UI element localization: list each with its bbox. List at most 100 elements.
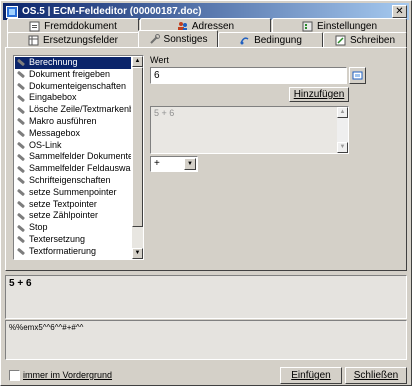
list-item-label: Textformatierung <box>29 245 97 256</box>
list-item-label: Messagebox <box>29 127 81 138</box>
memo-scroll-up[interactable]: ▲ <box>337 107 348 118</box>
tab-sonstiges[interactable]: Sonstiges <box>138 30 218 47</box>
list-item[interactable]: Makro ausführen <box>15 116 131 128</box>
list-item[interactable]: Stop <box>15 222 131 234</box>
list-item-label: Stop <box>29 222 48 233</box>
code-preview[interactable]: %%emx5^^6^^#+#^^ <box>5 320 407 360</box>
scroll-up-button[interactable]: ▲ <box>132 56 143 67</box>
always-on-top-checkbox[interactable] <box>9 370 20 381</box>
list-item-label: setze Zählpointer <box>29 210 99 221</box>
list-item-label: Sammelfelder Dokumententyp <box>29 151 131 162</box>
function-icon <box>17 154 26 161</box>
close-dialog-button[interactable]: Schließen <box>345 367 407 384</box>
function-icon <box>17 130 26 137</box>
tab-label: Fremddokument <box>44 20 117 32</box>
list-item[interactable]: Textersetzung <box>15 234 131 246</box>
memo-text: 5 + 6 <box>154 108 175 118</box>
tab-fremddokument[interactable]: Fremddokument <box>7 18 139 33</box>
function-icon <box>17 95 26 102</box>
value-picker-button[interactable] <box>349 67 366 84</box>
app-icon <box>6 5 18 18</box>
list-item-label: setze Textpointer <box>29 198 97 209</box>
list-item-label: Textmarke ändern <box>29 258 101 259</box>
function-list[interactable]: Berechnung Dokument freigeben Dokumenteige… <box>13 55 144 260</box>
operator-select[interactable]: + ▼ <box>150 156 198 172</box>
result-preview: 5 + 6 <box>5 275 407 319</box>
list-item[interactable]: OS-Link <box>15 140 131 152</box>
code-text: %%emx5^^6^^#+#^^ <box>9 323 84 332</box>
table-icon <box>28 35 39 46</box>
tab-einstellungen[interactable]: Einstellungen <box>272 18 407 33</box>
list-scrollbar[interactable]: ▲ ▼ <box>132 56 143 259</box>
function-icon <box>17 107 26 114</box>
list-item[interactable]: Dokument freigeben <box>15 69 131 81</box>
operator-value: + <box>154 158 160 169</box>
list-item[interactable]: Sammelfelder Dokumententyp <box>15 151 131 163</box>
function-icon <box>17 225 26 232</box>
list-item[interactable]: setze Textpointer <box>15 199 131 211</box>
function-icon <box>17 83 26 90</box>
list-item-label: Dokumenteigenschaften <box>29 80 127 91</box>
scroll-thumb[interactable] <box>132 67 143 227</box>
function-icon <box>17 213 26 220</box>
list-item[interactable]: Eingabebox <box>15 92 131 104</box>
function-icon <box>17 118 26 125</box>
list-item[interactable]: Schrifteigenschaften <box>15 175 131 187</box>
tab-bedingung[interactable]: Bedingung <box>218 32 323 47</box>
list-item[interactable]: Textmarke ändern <box>15 258 131 259</box>
tab-ersetzungsfelder[interactable]: Ersetzungsfelder <box>7 32 139 47</box>
list-item-label: Eingabebox <box>29 92 77 103</box>
scroll-down-button[interactable]: ▼ <box>132 248 143 259</box>
list-item[interactable]: setze Zählpointer <box>15 210 131 222</box>
function-icon <box>17 142 26 149</box>
settings-icon <box>302 21 313 32</box>
document-icon <box>29 21 40 32</box>
tab-label: Schreiben <box>349 34 396 46</box>
wert-label: Wert <box>150 55 169 65</box>
window-title: OS.5 | ECM-Feldeditor (00000187.doc) <box>22 6 202 17</box>
list-item[interactable]: Lösche Zeile/Textmarkenbe... <box>15 104 131 116</box>
formula-memo[interactable]: 5 + 6 ▲ ▼ <box>150 106 349 154</box>
list-items: Berechnung Dokument freigeben Dokumenteige… <box>15 57 131 259</box>
tab-schreiben[interactable]: Schreiben <box>323 32 407 47</box>
list-item-label: Berechnung <box>29 57 78 67</box>
list-item[interactable]: Berechnung <box>15 57 131 69</box>
list-item-label: Dokument freigeben <box>29 68 111 79</box>
function-icon <box>17 201 26 208</box>
list-item-label: OS-Link <box>29 139 62 150</box>
condition-icon <box>239 35 250 46</box>
function-icon <box>17 166 26 173</box>
list-item-label: Sammelfelder Feldauswahl <box>29 163 131 174</box>
wert-input[interactable]: 6 <box>150 67 347 84</box>
list-item-label: Lösche Zeile/Textmarkenbe... <box>29 104 131 115</box>
add-button-label: Hinzufügen <box>293 89 345 100</box>
wrench-icon <box>149 33 160 45</box>
insert-button[interactable]: Einfügen <box>280 367 342 384</box>
list-item[interactable]: Dokumenteigenschaften <box>15 81 131 93</box>
function-icon <box>17 248 26 255</box>
close-button[interactable]: ✕ <box>392 5 407 18</box>
always-on-top-text: immer im Vordergrund <box>23 370 113 380</box>
edit-icon <box>335 35 346 46</box>
close-dialog-button-label: Schließen <box>353 370 399 381</box>
memo-scroll-down[interactable]: ▼ <box>337 142 348 153</box>
list-item[interactable]: Messagebox <box>15 128 131 140</box>
list-item[interactable]: Sammelfelder Feldauswahl <box>15 163 131 175</box>
list-item[interactable]: Textformatierung <box>15 246 131 258</box>
list-item-label: Makro ausführen <box>29 115 97 126</box>
function-icon <box>17 71 26 78</box>
memo-scrollbar[interactable]: ▲ ▼ <box>337 107 348 153</box>
result-text: 5 + 6 <box>9 278 32 289</box>
list-item[interactable]: setze Summenpointer <box>15 187 131 199</box>
chevron-down-icon[interactable]: ▼ <box>184 158 196 170</box>
insert-button-label: Einfügen <box>291 370 331 381</box>
always-on-top-label: immer im Vordergrund <box>23 370 112 380</box>
list-item-label: Textersetzung <box>29 233 86 244</box>
add-button[interactable]: Hinzufügen <box>289 87 349 102</box>
function-icon <box>17 177 26 184</box>
function-icon <box>17 236 26 243</box>
function-icon <box>17 189 26 196</box>
list-item-label: Schrifteigenschaften <box>29 174 111 185</box>
tab-label: Einstellungen <box>316 20 378 32</box>
function-icon <box>17 59 26 66</box>
